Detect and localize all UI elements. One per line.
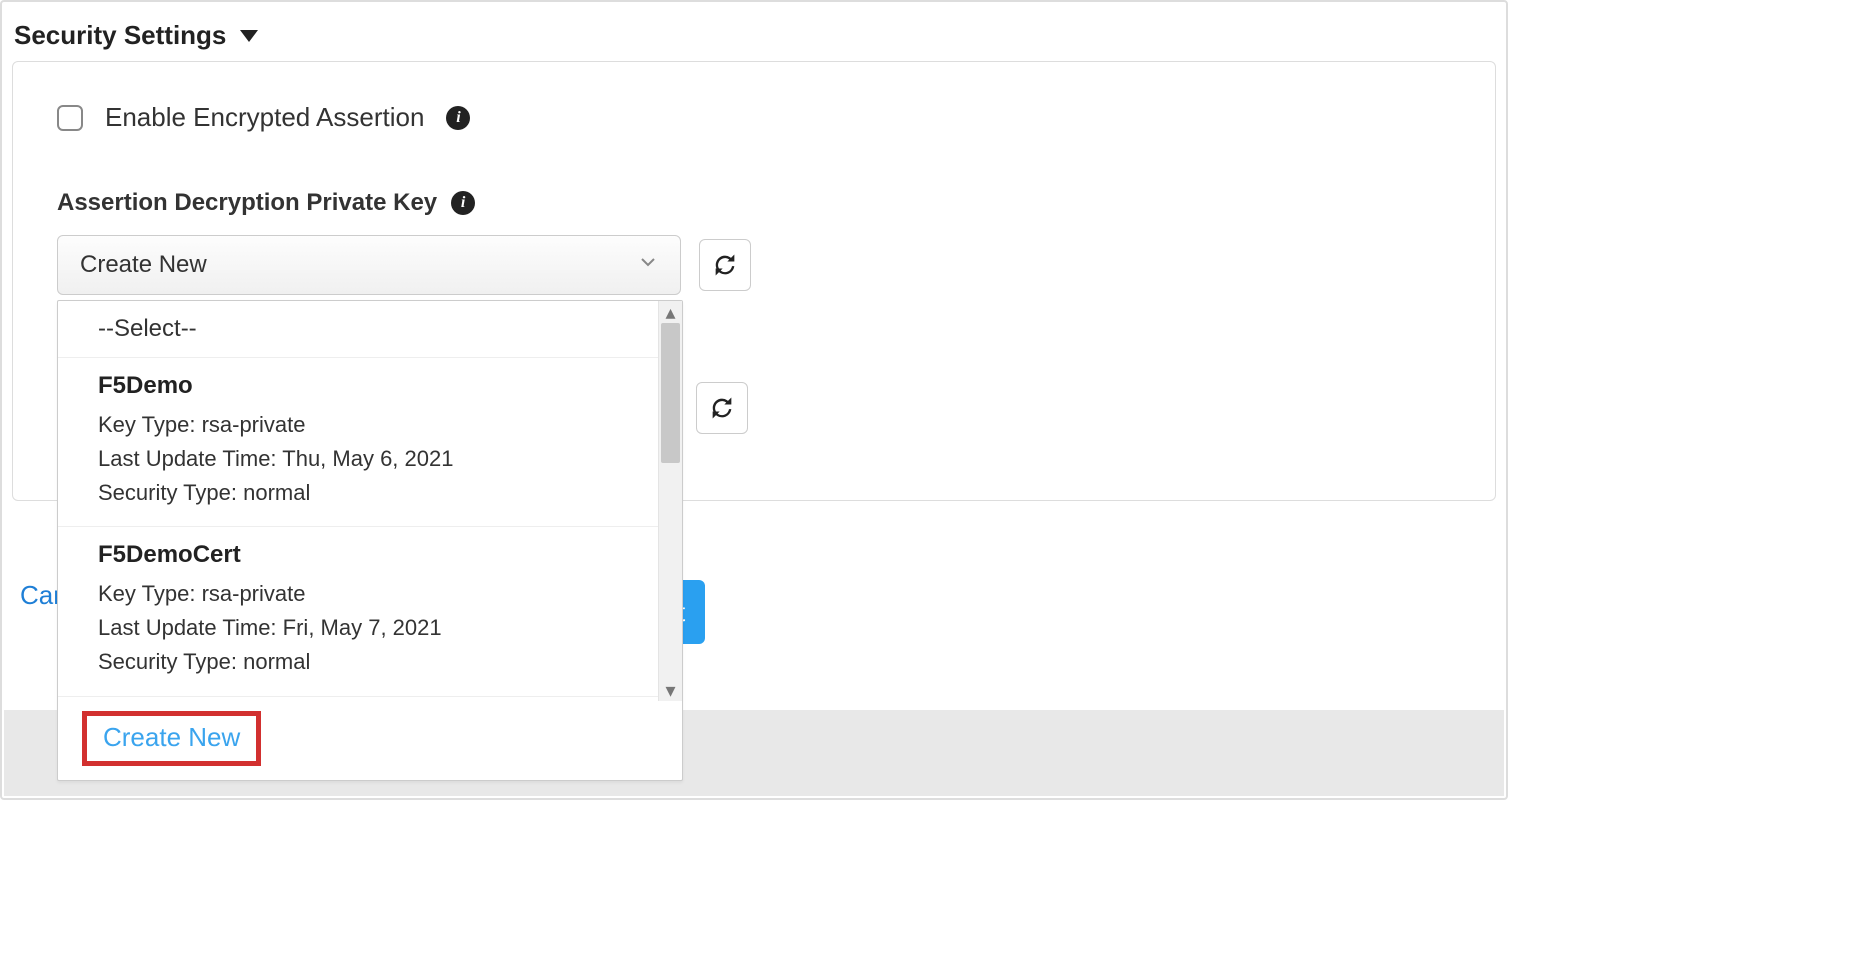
create-new-option[interactable]: Create New xyxy=(82,711,261,766)
refresh-button[interactable] xyxy=(699,239,751,291)
dropdown-option[interactable]: F5DemoCert Key Type: rsa-private Last Up… xyxy=(58,527,682,696)
info-icon[interactable]: i xyxy=(451,191,475,215)
dropdown-option-meta: Key Type: rsa-private Last Update Time: … xyxy=(98,408,642,510)
enable-encrypted-assertion-checkbox[interactable] xyxy=(57,105,83,131)
section-title: Security Settings xyxy=(14,20,226,51)
dropdown-option-name: F5Demo xyxy=(98,372,642,400)
create-new-label: Create New xyxy=(103,722,240,752)
refresh-icon xyxy=(711,251,739,279)
dropdown-footer: Create New xyxy=(58,701,682,780)
enable-encrypted-assertion-label: Enable Encrypted Assertion xyxy=(105,102,424,133)
chevron-down-icon xyxy=(638,251,658,279)
private-key-dropdown: --Select-- F5Demo Key Type: rsa-private … xyxy=(57,300,683,781)
dropdown-scroll-area: --Select-- F5Demo Key Type: rsa-private … xyxy=(58,301,682,701)
refresh-icon xyxy=(708,394,736,422)
private-key-select[interactable]: Create New xyxy=(57,235,681,295)
section-header[interactable]: Security Settings xyxy=(2,2,1506,61)
private-key-select-value: Create New xyxy=(80,251,207,279)
refresh-button-secondary[interactable] xyxy=(696,382,748,434)
dropdown-option-meta: Key Type: rsa-private Last Update Time: … xyxy=(98,577,642,679)
scroll-down-icon[interactable]: ▾ xyxy=(659,679,682,701)
dropdown-option-cutoff[interactable] xyxy=(58,697,682,701)
dropdown-placeholder-option[interactable]: --Select-- xyxy=(58,301,682,358)
info-icon[interactable]: i xyxy=(446,106,470,130)
dropdown-option-name: F5DemoCert xyxy=(98,541,642,569)
private-key-select-row: Create New xyxy=(57,235,1451,295)
private-key-field-label: Assertion Decryption Private Key i xyxy=(57,189,1451,217)
caret-down-icon xyxy=(240,30,258,42)
private-key-label-text: Assertion Decryption Private Key xyxy=(57,189,437,217)
dropdown-scrollbar[interactable]: ▴ ▾ xyxy=(658,301,682,701)
enable-encrypted-assertion-row: Enable Encrypted Assertion i xyxy=(57,102,1451,133)
security-settings-container: Security Settings Enable Encrypted Asser… xyxy=(0,0,1508,800)
dropdown-option[interactable]: F5Demo Key Type: rsa-private Last Update… xyxy=(58,358,682,527)
scrollbar-thumb[interactable] xyxy=(661,323,680,463)
scroll-up-icon[interactable]: ▴ xyxy=(659,301,682,323)
